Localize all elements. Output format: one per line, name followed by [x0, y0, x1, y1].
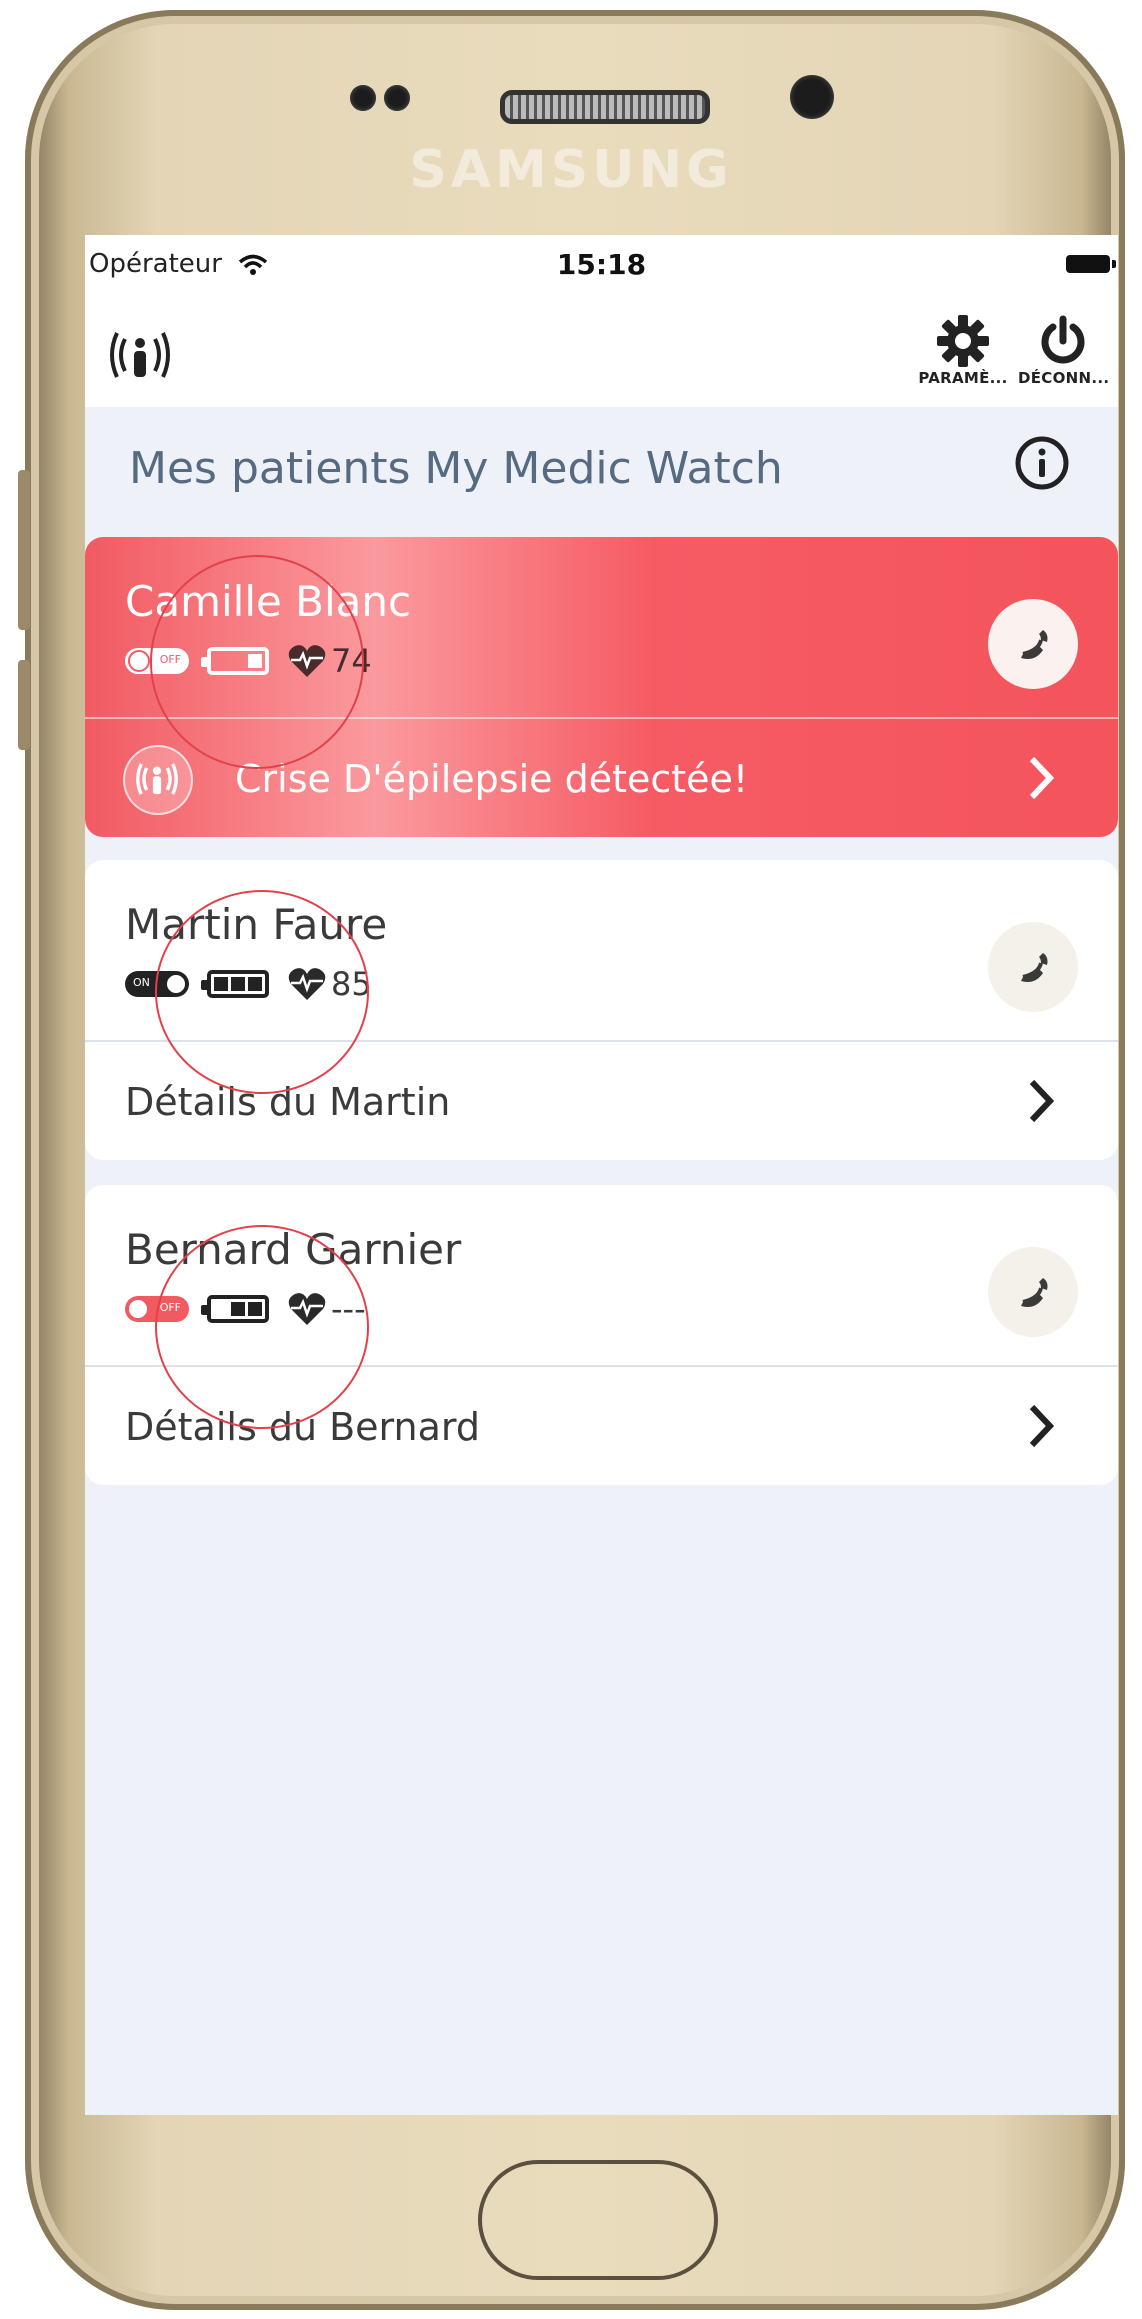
status-time: 15:18 — [556, 248, 647, 281]
power-icon — [1041, 315, 1085, 364]
battery-status-icon — [1066, 255, 1116, 273]
page-title: Mes patients My Medic Watch — [129, 443, 783, 494]
heart-rate-icon — [288, 968, 326, 1000]
alert-badge — [123, 745, 193, 815]
battery-level-icon — [201, 1295, 269, 1323]
settings-label: PARAMÈ... — [918, 369, 1008, 387]
watch-toggle[interactable]: ON — [125, 971, 189, 997]
section-header: Mes patients My Medic Watch — [85, 407, 1118, 527]
sensor-dot — [350, 85, 376, 111]
details-link: Détails du Martin — [125, 1080, 451, 1124]
device-brand: SAMSUNG — [409, 140, 733, 200]
patient-indicators: ON 85 — [125, 964, 372, 1004]
heart-rate-icon — [288, 645, 326, 677]
call-button[interactable] — [988, 922, 1078, 1012]
home-button[interactable] — [478, 2160, 718, 2280]
patient-name: Bernard Garnier — [125, 1225, 462, 1274]
heart-rate-value: --- — [331, 1290, 366, 1328]
status-bar: Opérateur 15:18 — [85, 235, 1118, 295]
heart-rate-value: 74 — [331, 642, 372, 680]
app-screen: Opérateur 15:18 PARAMÈ... DÉCONN... Mes … — [85, 235, 1118, 2115]
broadcast-person-icon — [136, 763, 178, 795]
patient-name: Camille Blanc — [125, 577, 412, 626]
sensor-dot — [384, 85, 410, 111]
watch-toggle[interactable]: OFF — [125, 1296, 189, 1322]
call-button[interactable] — [988, 599, 1078, 689]
patient-indicators: OFF --- — [125, 1289, 366, 1329]
watch-toggle[interactable]: OFF — [125, 648, 189, 674]
chevron-right-icon — [1029, 756, 1055, 800]
phone-icon — [1021, 630, 1048, 659]
volume-button — [18, 470, 30, 630]
patient-card-alert: Camille Blanc OFF 74 Crise D'épilepsie d… — [85, 537, 1118, 837]
side-button — [18, 660, 30, 750]
patient-summary: Camille Blanc OFF 74 — [85, 537, 1118, 717]
patient-name: Martin Faure — [125, 900, 388, 949]
earpiece-speaker — [500, 90, 710, 124]
chevron-right-icon — [1029, 1079, 1055, 1123]
heart-rate-icon — [288, 1293, 326, 1325]
chevron-right-icon — [1029, 1404, 1055, 1448]
phone-icon — [1021, 953, 1048, 982]
top-navbar: PARAMÈ... DÉCONN... — [85, 295, 1118, 408]
alert-row[interactable]: Crise D'épilepsie détectée! — [85, 717, 1118, 837]
battery-level-icon — [201, 647, 269, 675]
call-button[interactable] — [988, 1247, 1078, 1337]
gear-icon — [937, 315, 989, 367]
patient-card: Bernard Garnier OFF --- Détails du Berna… — [85, 1185, 1118, 1485]
info-icon[interactable] — [1014, 435, 1070, 491]
heart-rate-value: 85 — [331, 965, 372, 1003]
patient-details-row[interactable]: Détails du Martin — [85, 1040, 1118, 1160]
logout-label: DÉCONN... — [1018, 369, 1110, 387]
front-camera — [790, 75, 834, 119]
logout-button[interactable]: DÉCONN... — [1018, 313, 1110, 387]
details-link: Détails du Bernard — [125, 1405, 480, 1449]
patient-indicators: OFF 74 — [125, 641, 372, 681]
battery-level-icon — [201, 970, 269, 998]
patient-card: Martin Faure ON 85 Détails du Martin — [85, 860, 1118, 1160]
settings-button[interactable]: PARAMÈ... — [918, 313, 1008, 387]
patient-summary: Bernard Garnier OFF --- — [85, 1185, 1118, 1365]
patient-details-row[interactable]: Détails du Bernard — [85, 1365, 1118, 1485]
alert-message: Crise D'épilepsie détectée! — [235, 757, 749, 801]
patient-summary: Martin Faure ON 85 — [85, 860, 1118, 1040]
app-logo-icon — [110, 332, 170, 378]
phone-icon — [1021, 1278, 1048, 1307]
